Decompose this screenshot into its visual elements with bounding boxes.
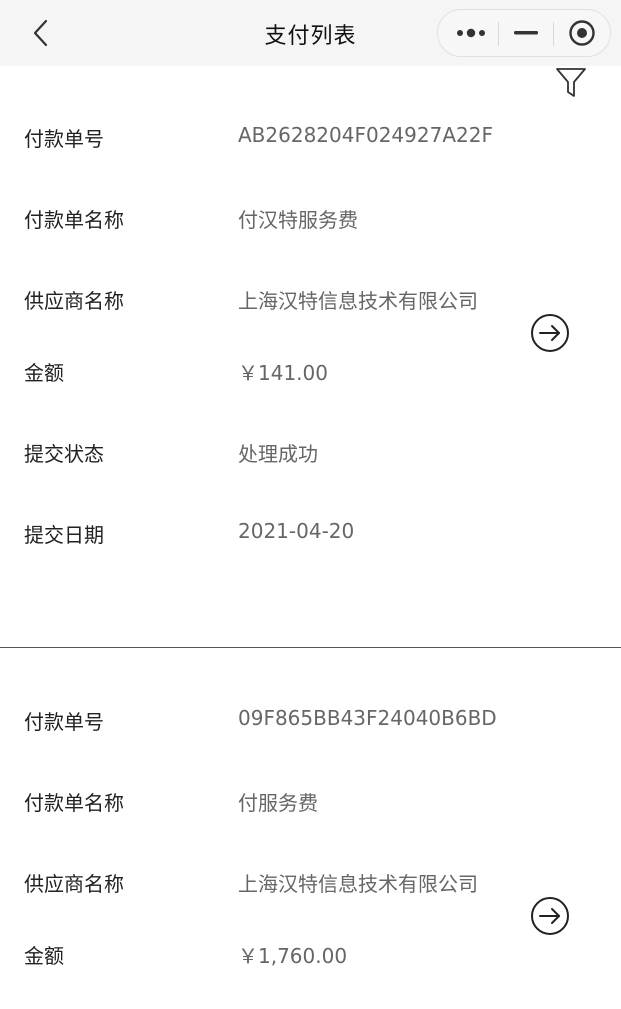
mini-program-capsule (437, 9, 611, 57)
card-divider (0, 647, 621, 648)
supplier-label: 供应商名称 (24, 289, 124, 313)
order-no-value: AB2628204F024927A22F (238, 123, 493, 147)
supplier-value: 上海汉特信息技术有限公司 (238, 872, 478, 896)
amount-value: ￥141.00 (238, 361, 328, 385)
amount-label: 金额 (24, 944, 64, 968)
status-value: 处理成功 (238, 442, 318, 466)
filter-button[interactable] (553, 64, 589, 100)
field-row: 提交状态 处理成功 (0, 438, 621, 468)
field-row: 付款单号 09F865BB43F24040B6BD (0, 706, 621, 736)
supplier-value: 上海汉特信息技术有限公司 (238, 289, 478, 313)
field-row: 付款单号 AB2628204F024927A22F (0, 123, 621, 153)
order-name-value: 付服务费 (238, 791, 318, 815)
amount-label: 金额 (24, 361, 64, 385)
field-row: 供应商名称 上海汉特信息技术有限公司 (0, 868, 621, 898)
order-name-label: 付款单名称 (24, 791, 124, 815)
field-row: 金额 ￥1,760.00 (0, 940, 621, 970)
date-value: 2021-04-20 (238, 519, 355, 543)
field-row: 付款单名称 付服务费 (0, 787, 621, 817)
minus-icon (514, 31, 538, 35)
close-button[interactable] (556, 10, 608, 56)
minimize-button[interactable] (500, 10, 552, 56)
field-row: 提交日期 2021-04-20 (0, 519, 621, 549)
order-name-value: 付汉特服务费 (238, 208, 358, 232)
status-label: 提交状态 (24, 442, 104, 466)
field-row: 付款单名称 付汉特服务费 (0, 204, 621, 234)
order-name-label: 付款单名称 (24, 208, 124, 232)
order-no-label: 付款单号 (24, 710, 104, 734)
order-no-value: 09F865BB43F24040B6BD (238, 706, 497, 730)
more-dots-icon (457, 28, 485, 38)
supplier-label: 供应商名称 (24, 872, 124, 896)
arrow-right-circle-icon (531, 897, 569, 935)
amount-value: ￥1,760.00 (238, 944, 348, 968)
detail-arrow-button[interactable] (530, 313, 570, 353)
field-row: 供应商名称 上海汉特信息技术有限公司 (0, 285, 621, 315)
more-button[interactable] (446, 10, 496, 56)
date-label: 提交日期 (24, 523, 104, 547)
nav-bar: 支付列表 (0, 0, 621, 66)
field-row: 金额 ￥141.00 (0, 357, 621, 387)
filter-funnel-icon (556, 68, 586, 97)
target-circle-icon (569, 20, 595, 46)
capsule-separator (498, 22, 499, 46)
arrow-right-circle-icon (531, 314, 569, 352)
capsule-separator (553, 22, 554, 46)
detail-arrow-button[interactable] (530, 896, 570, 936)
order-no-label: 付款单号 (24, 127, 104, 151)
